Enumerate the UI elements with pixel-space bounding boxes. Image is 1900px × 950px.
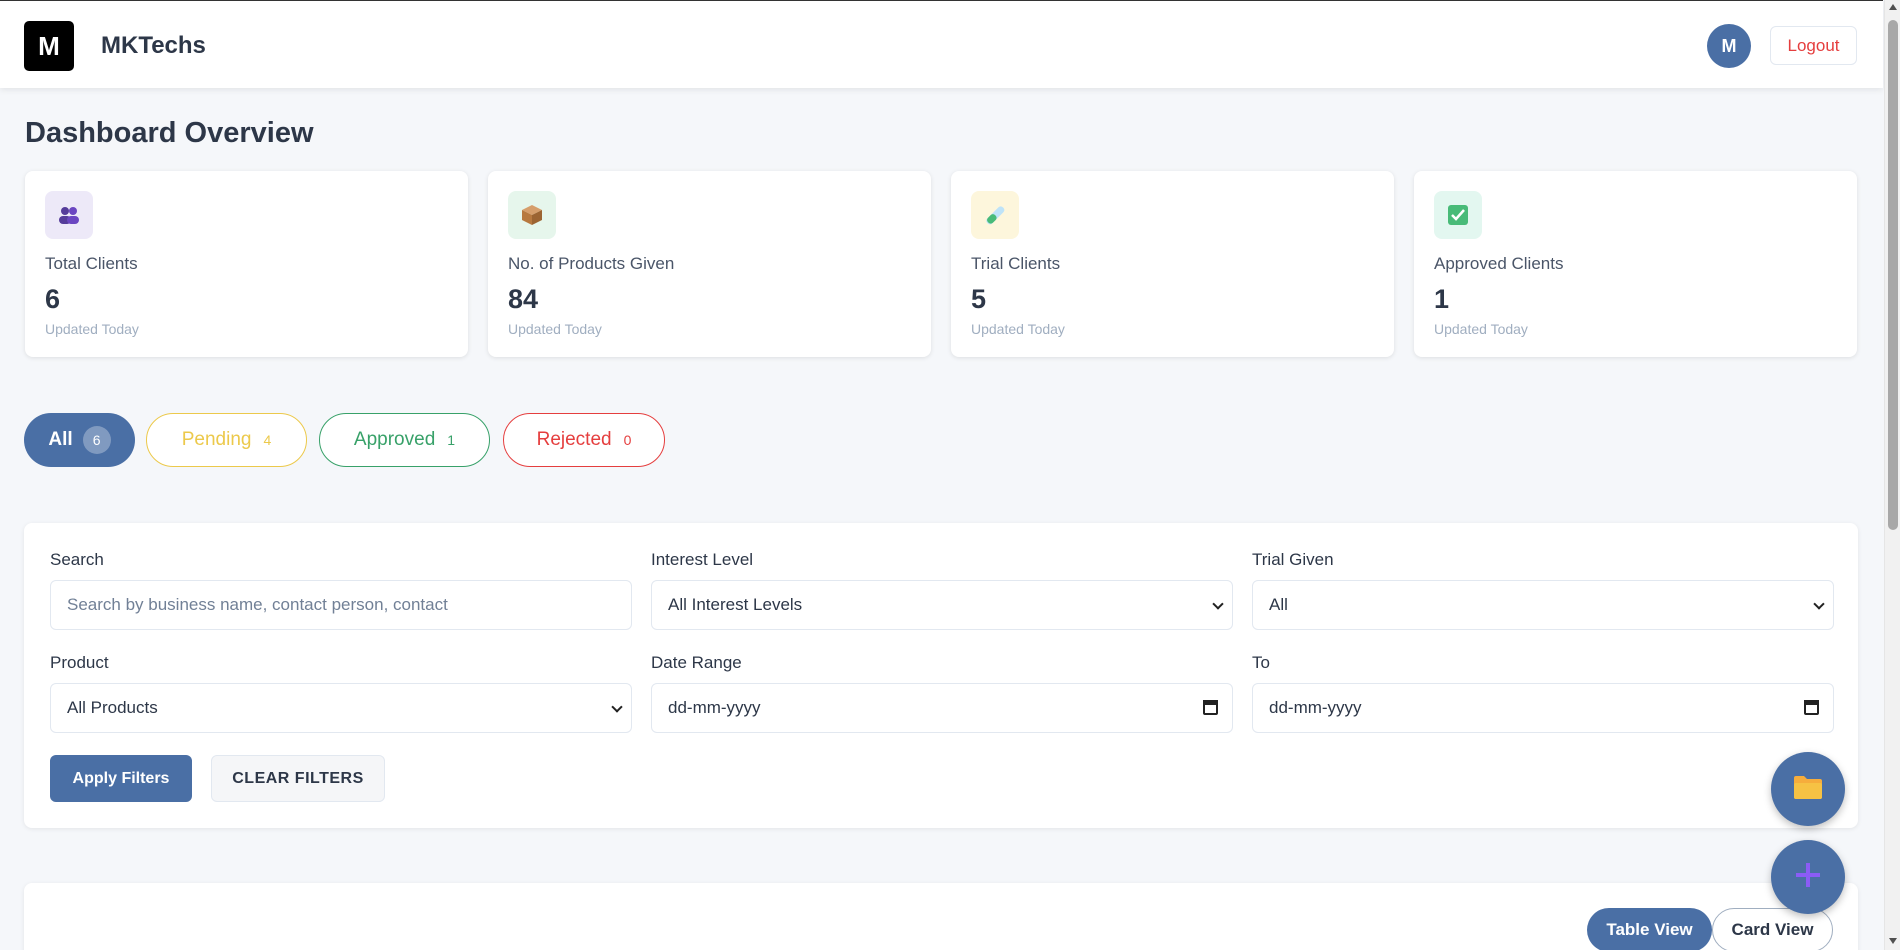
product-select[interactable]: All Products (50, 683, 632, 733)
package-icon (508, 191, 556, 239)
tab-label: Rejected (536, 429, 612, 450)
table-view-button[interactable]: Table View (1587, 908, 1712, 950)
tab-label: Approved (353, 429, 436, 450)
calendar-icon[interactable] (1203, 700, 1218, 715)
tab-rejected[interactable]: Rejected 0 (503, 413, 665, 467)
select-value: All Interest Levels (668, 595, 803, 614)
tab-count-badge: 1 (447, 432, 456, 448)
stat-value: 5 (971, 284, 987, 314)
stat-card-total-clients: Total Clients 6 Updated Today (25, 171, 468, 357)
test-tube-icon (971, 191, 1019, 239)
top-navbar: M MKTechs M Logout (0, 0, 1883, 88)
trial-given-select[interactable]: All (1252, 580, 1834, 630)
apply-filters-button[interactable]: Apply Filters (50, 755, 192, 802)
select-value: All (1269, 595, 1288, 614)
tab-count-badge: 6 (82, 426, 111, 454)
scroll-thumb[interactable] (1888, 20, 1898, 530)
stat-card-trial-clients: Trial Clients 5 Updated Today (951, 171, 1394, 357)
interest-level-select[interactable]: All Interest Levels (651, 580, 1233, 630)
stat-card-products-given: No. of Products Given 84 Updated Today (488, 171, 931, 357)
stat-updated: Updated Today (508, 321, 602, 337)
card-view-button[interactable]: Card View (1712, 908, 1833, 950)
select-value: All Products (67, 698, 158, 717)
interest-level-label: Interest Level (651, 550, 754, 569)
logout-button[interactable]: Logout (1770, 26, 1857, 65)
check-box-icon (1434, 191, 1482, 239)
tab-pending[interactable]: Pending 4 (146, 413, 307, 467)
stat-updated: Updated Today (1434, 321, 1528, 337)
scroll-up-arrow-icon[interactable] (1889, 4, 1897, 10)
tab-label: All (48, 429, 73, 450)
search-label: Search (50, 550, 104, 569)
product-label: Product (50, 653, 109, 672)
stat-label: Total Clients (45, 254, 138, 273)
stat-card-approved-clients: Approved Clients 1 Updated Today (1414, 171, 1857, 357)
chevron-down-icon (1813, 598, 1825, 610)
tab-count-badge: 0 (623, 432, 632, 448)
clear-filters-button[interactable]: CLEAR FILTERS (211, 755, 385, 802)
stat-label: Trial Clients (971, 254, 1061, 273)
stat-value: 6 (45, 284, 61, 314)
calendar-icon[interactable] (1804, 700, 1819, 715)
tab-label: Pending (181, 429, 252, 450)
tab-count-badge: 4 (263, 432, 272, 448)
tab-approved[interactable]: Approved 1 (319, 413, 490, 467)
date-range-label: Date Range (651, 653, 742, 672)
date-to-label: To (1252, 653, 1270, 672)
page-title: Dashboard Overview (25, 117, 314, 149)
folder-fab-button[interactable] (1771, 752, 1845, 826)
search-input[interactable]: Search by business name, contact person,… (50, 580, 632, 630)
clients-panel (24, 883, 1858, 950)
date-placeholder: dd-mm-yyyy (668, 698, 761, 717)
stat-updated: Updated Today (45, 321, 139, 337)
chevron-down-icon (1212, 598, 1224, 610)
users-icon (45, 191, 93, 239)
stat-updated: Updated Today (971, 321, 1065, 337)
folder-icon (1793, 774, 1823, 805)
app-logo[interactable]: M (24, 21, 74, 71)
plus-icon (1795, 862, 1821, 893)
brand-name: MKTechs (101, 32, 206, 59)
tab-all[interactable]: All 6 (24, 413, 135, 467)
scroll-down-arrow-icon[interactable] (1889, 938, 1897, 944)
user-avatar[interactable]: M (1707, 24, 1751, 68)
page-scrollbar[interactable] (1884, 0, 1900, 950)
stat-label: No. of Products Given (508, 254, 675, 273)
trial-given-label: Trial Given (1252, 550, 1334, 569)
date-from-input[interactable]: dd-mm-yyyy (651, 683, 1233, 733)
stat-value: 1 (1434, 284, 1450, 314)
chevron-down-icon (611, 701, 623, 713)
add-fab-button[interactable] (1771, 840, 1845, 914)
date-to-input[interactable]: dd-mm-yyyy (1252, 683, 1834, 733)
stat-value: 84 (508, 284, 539, 314)
date-placeholder: dd-mm-yyyy (1269, 698, 1362, 717)
stat-label: Approved Clients (1434, 254, 1564, 273)
